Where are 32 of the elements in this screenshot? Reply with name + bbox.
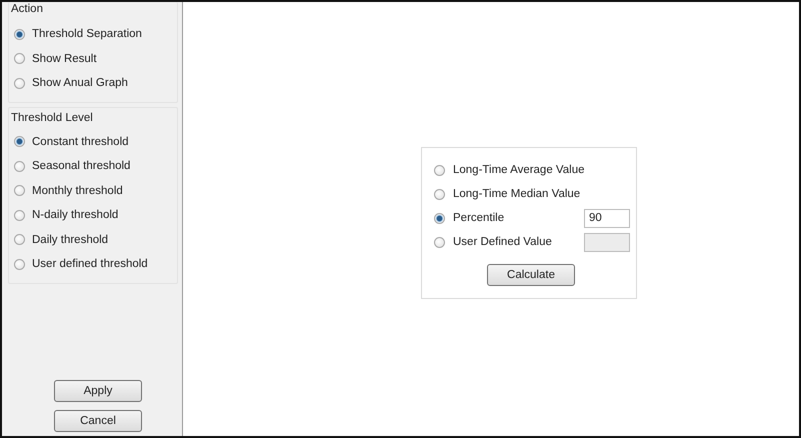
radio-label[interactable]: Threshold Separation: [32, 28, 142, 40]
radio-button[interactable]: [14, 258, 25, 270]
radio-button[interactable]: [14, 28, 25, 40]
radio-button[interactable]: [434, 212, 445, 224]
radio-button[interactable]: [14, 234, 25, 246]
radio-label[interactable]: User defined threshold: [32, 258, 148, 270]
radio-button[interactable]: [14, 136, 25, 148]
radio-button[interactable]: [14, 210, 25, 221]
apply-button[interactable]: Apply: [54, 380, 142, 402]
radio-label[interactable]: Daily threshold: [32, 234, 108, 246]
calculate-button[interactable]: Calculate: [487, 264, 575, 286]
radio-label[interactable]: Monthly threshold: [32, 184, 123, 197]
radio-label[interactable]: User Defined Value: [453, 236, 552, 248]
radio-button[interactable]: [14, 78, 25, 89]
radio-label[interactable]: Long-Time Average Value: [453, 164, 584, 176]
radio-label[interactable]: Show Anual Graph: [32, 77, 128, 90]
radio-label[interactable]: Percentile: [453, 212, 504, 224]
radio-button[interactable]: [14, 53, 25, 64]
radio-button[interactable]: [434, 236, 445, 248]
group-title: Threshold Level: [11, 112, 94, 124]
radio-label[interactable]: N-daily threshold: [32, 209, 118, 222]
radio-button[interactable]: [14, 160, 25, 172]
radio-label[interactable]: Show Result: [32, 52, 97, 65]
input-field[interactable]: 90: [584, 208, 630, 228]
radio-label[interactable]: Seasonal threshold: [32, 160, 130, 172]
radio-label[interactable]: Long-Time Median Value: [453, 188, 580, 200]
radio-button[interactable]: [14, 185, 25, 196]
radio-button[interactable]: [434, 188, 445, 200]
group-title: Action: [11, 2, 44, 16]
cancel-button[interactable]: Cancel: [54, 410, 142, 432]
radio-label[interactable]: Constant threshold: [32, 136, 129, 148]
radio-button[interactable]: [434, 164, 445, 176]
